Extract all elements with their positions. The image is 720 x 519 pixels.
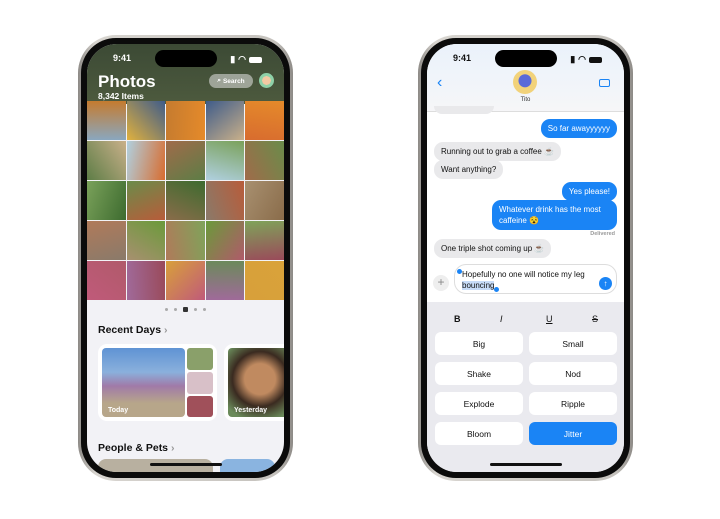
- home-indicator[interactable]: [489, 463, 562, 466]
- home-indicator[interactable]: [149, 463, 222, 466]
- page-dots[interactable]: [87, 307, 284, 312]
- message-bubble-out[interactable]: Whatever drink has the most caffeine 😵: [492, 200, 617, 230]
- photo-thumbnail[interactable]: [87, 221, 126, 260]
- search-icon: ⌕: [217, 77, 221, 84]
- wifi-icon: ◠: [238, 54, 246, 64]
- photo-thumbnail[interactable]: [245, 221, 284, 260]
- profile-avatar[interactable]: [259, 73, 274, 88]
- selection-handle-end[interactable]: [494, 287, 499, 292]
- photo-thumbnail[interactable]: [126, 141, 166, 180]
- message-bubble-in[interactable]: Want anything?: [434, 160, 504, 179]
- plus-icon[interactable]: +: [433, 275, 449, 291]
- message-bubble-in[interactable]: Running out to grab a coffee ☕: [434, 142, 561, 161]
- photo-thumbnail[interactable]: [126, 181, 166, 220]
- photo-thumbnail[interactable]: [166, 181, 205, 220]
- photo-thumbnail[interactable]: [166, 141, 205, 180]
- back-chevron-icon[interactable]: ‹: [437, 74, 442, 92]
- signal-icon: ▮: [570, 54, 576, 64]
- effect-big[interactable]: Big: [435, 332, 523, 355]
- contact-avatar[interactable]: [513, 70, 537, 94]
- photo-thumbnail[interactable]: [126, 261, 166, 300]
- dynamic-island: [154, 50, 217, 67]
- photo-thumbnail[interactable]: [245, 101, 284, 140]
- photo-thumbnail[interactable]: [205, 181, 245, 220]
- message-bubble-out[interactable]: So far awayyyyyy: [540, 119, 617, 138]
- contact-name[interactable]: Tito: [427, 97, 624, 103]
- status-icons: ▮ ◠: [230, 54, 262, 65]
- people-pets-header[interactable]: People & Pets ›: [98, 442, 174, 454]
- message-bubble-in[interactable]: One triple shot coming up ☕: [434, 239, 552, 258]
- photo-thumbnail[interactable]: [245, 141, 284, 180]
- photo-thumbnail[interactable]: [205, 261, 245, 300]
- photo-thumbnail[interactable]: [205, 221, 245, 260]
- message-bubble-out[interactable]: Yes please!: [561, 182, 617, 201]
- recent-days-header[interactable]: Recent Days ›: [98, 324, 167, 336]
- italic-button[interactable]: I: [500, 314, 503, 324]
- card-label: Today: [108, 407, 129, 414]
- text-effects-panel: B I U S Big Small Shake Nod Explode Ripp…: [427, 302, 624, 472]
- status-icons: ▮ ◠: [570, 54, 602, 65]
- photo-thumbnail[interactable]: [87, 101, 126, 140]
- card-yesterday[interactable]: Yesterday: [224, 344, 284, 421]
- photo-thumbnail[interactable]: [205, 101, 245, 140]
- effect-nod[interactable]: Nod: [529, 362, 617, 385]
- photo-thumbnail[interactable]: [166, 261, 205, 300]
- effect-jitter[interactable]: Jitter: [529, 422, 617, 445]
- wifi-icon: ◠: [578, 54, 586, 64]
- card-label: Yesterday: [234, 407, 268, 414]
- photo-thumbnail[interactable]: [166, 101, 205, 140]
- photo-grid: [87, 101, 284, 300]
- video-call-icon[interactable]: [599, 79, 610, 87]
- photo-thumbnail[interactable]: [166, 221, 205, 260]
- bold-button[interactable]: B: [454, 314, 461, 324]
- photo-thumbnail[interactable]: [87, 181, 126, 220]
- photos-screen: 9:41 ▮ ◠ Photos 8,342 Items ⌕ Search Recen…: [87, 44, 284, 472]
- strikethrough-button[interactable]: S: [592, 314, 598, 324]
- status-time: 9:41: [453, 53, 472, 63]
- photo-thumbnail[interactable]: [126, 221, 166, 260]
- photo-thumbnail[interactable]: [87, 261, 126, 300]
- photo-thumbnail[interactable]: [245, 181, 284, 220]
- effect-shake[interactable]: Shake: [435, 362, 523, 385]
- effect-ripple[interactable]: Ripple: [529, 392, 617, 415]
- battery-icon: [249, 56, 262, 63]
- item-count: 8,342 Items: [98, 91, 144, 101]
- messages-screen: ‹ Tito 9:41 ▮ ◠ So far awayyyyyy Running …: [427, 44, 624, 472]
- selected-text: bouncing: [462, 281, 495, 290]
- phone-photos: 9:41 ▮ ◠ Photos 8,342 Items ⌕ Search Recen…: [78, 35, 293, 481]
- message-input[interactable]: Hopefully no one will notice my leg boun…: [454, 264, 617, 294]
- photo-thumbnail[interactable]: [205, 141, 245, 180]
- phone-messages: ‹ Tito 9:41 ▮ ◠ So far awayyyyyy Running …: [418, 35, 633, 481]
- delivered-status: Delivered: [590, 231, 615, 237]
- battery-icon: [589, 56, 602, 63]
- send-arrow-icon[interactable]: ↑: [599, 277, 612, 290]
- effect-explode[interactable]: Explode: [435, 392, 523, 415]
- photo-thumbnail[interactable]: [87, 141, 126, 180]
- search-button[interactable]: ⌕ Search: [209, 74, 253, 88]
- photo-thumbnail[interactable]: [126, 101, 166, 140]
- dynamic-island: [494, 50, 557, 67]
- selection-handle-start[interactable]: [457, 269, 462, 274]
- effect-small[interactable]: Small: [529, 332, 617, 355]
- page-title: Photos: [98, 72, 156, 91]
- underline-button[interactable]: U: [546, 314, 553, 324]
- card-today[interactable]: Today: [98, 344, 217, 421]
- effect-bloom[interactable]: Bloom: [435, 422, 523, 445]
- signal-icon: ▮: [230, 54, 236, 64]
- status-time: 9:41: [113, 53, 132, 63]
- photo-thumbnail[interactable]: [245, 261, 284, 300]
